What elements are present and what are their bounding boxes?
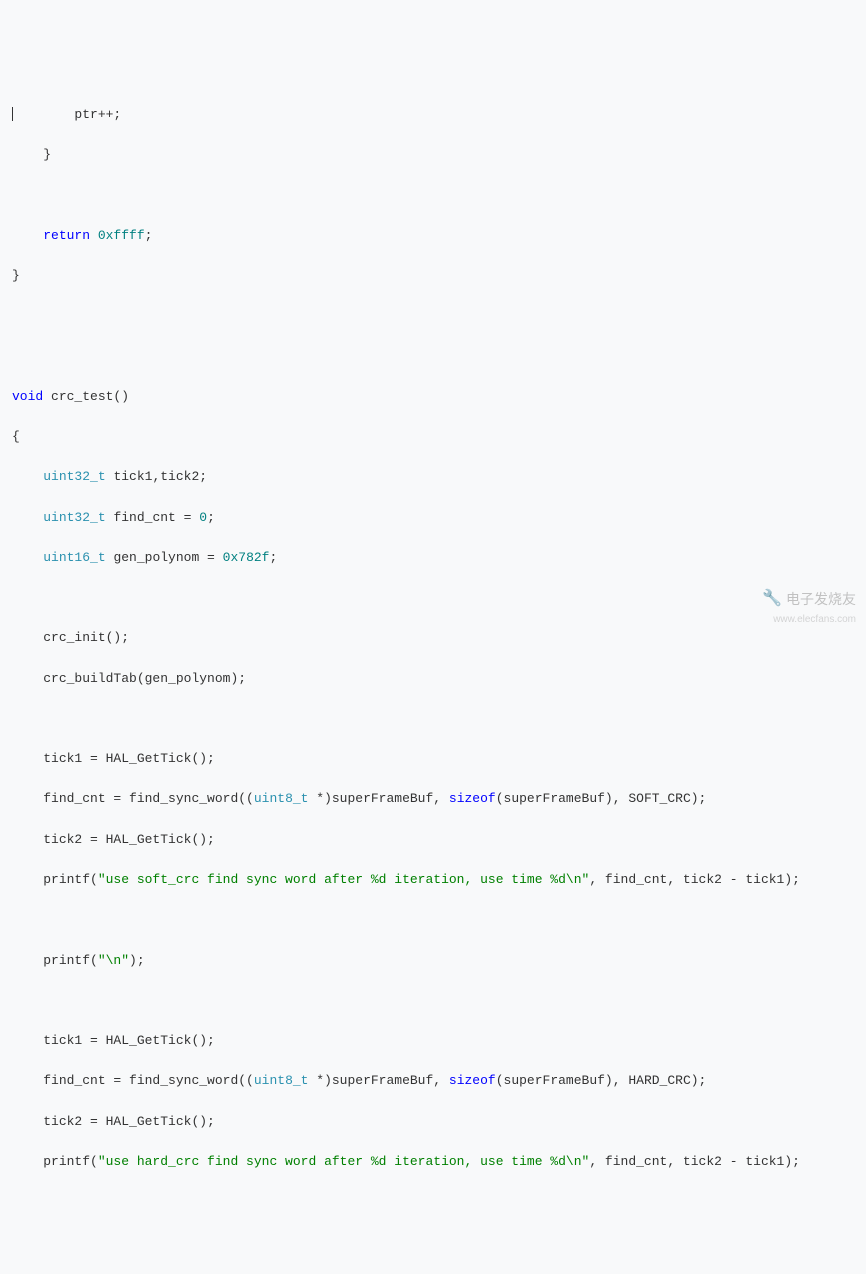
- code-line: [12, 346, 854, 366]
- type-name: uint32_t: [43, 510, 105, 525]
- watermark-url: www.elecfans.com: [773, 612, 856, 628]
- code-indent: [12, 1033, 43, 1048]
- numeric-literal: 0x782f: [223, 550, 270, 565]
- type-name: uint32_t: [43, 469, 105, 484]
- code-line: }: [12, 266, 854, 286]
- code-text: , find_cnt, tick2 - tick1);: [589, 872, 800, 887]
- code-line: [12, 185, 854, 205]
- code-line: ptr++;: [12, 105, 854, 125]
- code-line: return 0xffff;: [12, 226, 854, 246]
- code-text: (superFrameBuf), HARD_CRC);: [496, 1073, 707, 1088]
- code-line: tick1 = HAL_GetTick();: [12, 1031, 854, 1051]
- keyword-sizeof: sizeof: [449, 791, 496, 806]
- code-text: find_cnt = find_sync_word((: [43, 1073, 254, 1088]
- code-text: crc_buildTab(gen_polynom);: [43, 671, 246, 686]
- code-text: *)superFrameBuf,: [308, 791, 448, 806]
- code-indent: [12, 630, 43, 645]
- keyword-return: return: [43, 228, 90, 243]
- code-indent: [12, 469, 43, 484]
- string-literal: "\n": [98, 953, 129, 968]
- code-indent: [12, 550, 43, 565]
- code-indent: [12, 832, 43, 847]
- code-line: find_cnt = find_sync_word((uint8_t *)sup…: [12, 789, 854, 809]
- code-text: ptr++;: [74, 107, 121, 122]
- function-name: crc_test(): [43, 389, 129, 404]
- code-text: printf(: [43, 872, 98, 887]
- code-text: }: [43, 147, 51, 162]
- code-indent: [12, 107, 74, 122]
- solder-icon: 🔧: [762, 587, 782, 612]
- code-text: tick1 = HAL_GetTick();: [43, 1033, 215, 1048]
- code-text: , find_cnt, tick2 - tick1);: [589, 1154, 800, 1169]
- type-name: uint16_t: [43, 550, 105, 565]
- code-line: [12, 910, 854, 930]
- code-line: {: [12, 427, 854, 447]
- code-line: }: [12, 145, 854, 165]
- code-line: printf("use hard_crc find sync word afte…: [12, 1152, 854, 1172]
- keyword-void: void: [12, 389, 43, 404]
- code-indent: [12, 671, 43, 686]
- code-line: crc_init();: [12, 628, 854, 648]
- watermark-logo: 🔧 电子发烧友: [762, 587, 856, 612]
- code-text: find_cnt =: [106, 510, 200, 525]
- code-line: printf("\n");: [12, 951, 854, 971]
- code-line: uint32_t tick1,tick2;: [12, 467, 854, 487]
- code-line: printf("use soft_crc find sync word afte…: [12, 870, 854, 890]
- code-text: tick2 = HAL_GetTick();: [43, 1114, 215, 1129]
- code-line: void crc_test(): [12, 387, 854, 407]
- code-text: tick1,tick2;: [106, 469, 207, 484]
- code-text: find_cnt = find_sync_word((: [43, 791, 254, 806]
- code-indent: [12, 228, 43, 243]
- code-line: crc_buildTab(gen_polynom);: [12, 669, 854, 689]
- code-indent: [12, 147, 43, 162]
- numeric-literal: 0: [199, 510, 207, 525]
- numeric-literal: 0xffff: [90, 228, 145, 243]
- code-text: crc_init();: [43, 630, 129, 645]
- code-indent: [12, 1154, 43, 1169]
- code-block: ptr++; } return 0xffff; } void crc_test(…: [0, 85, 866, 1274]
- code-line: tick2 = HAL_GetTick();: [12, 1112, 854, 1132]
- keyword-sizeof: sizeof: [449, 1073, 496, 1088]
- code-line: [12, 991, 854, 1011]
- code-indent: [12, 510, 43, 525]
- code-text: {: [12, 429, 20, 444]
- code-line: [12, 588, 854, 608]
- code-text: ;: [269, 550, 277, 565]
- code-line: tick2 = HAL_GetTick();: [12, 830, 854, 850]
- type-name: uint8_t: [254, 791, 309, 806]
- code-text: );: [129, 953, 145, 968]
- code-text: printf(: [43, 1154, 98, 1169]
- code-indent: [12, 1073, 43, 1088]
- code-line: }: [12, 1273, 854, 1274]
- string-literal: "use hard_crc find sync word after %d it…: [98, 1154, 589, 1169]
- code-line: uint16_t gen_polynom = 0x782f;: [12, 548, 854, 568]
- code-text: tick2 = HAL_GetTick();: [43, 832, 215, 847]
- code-text: gen_polynom =: [106, 550, 223, 565]
- code-text: tick1 = HAL_GetTick();: [43, 751, 215, 766]
- string-literal: "use soft_crc find sync word after %d it…: [98, 872, 589, 887]
- code-indent: [12, 751, 43, 766]
- watermark-text: 电子发烧友: [786, 589, 856, 611]
- code-line: uint32_t find_cnt = 0;: [12, 508, 854, 528]
- code-text: (superFrameBuf), SOFT_CRC);: [496, 791, 707, 806]
- code-text: printf(: [43, 953, 98, 968]
- code-line: [12, 306, 854, 326]
- code-indent: [12, 872, 43, 887]
- code-line: tick1 = HAL_GetTick();: [12, 749, 854, 769]
- code-line: [12, 709, 854, 729]
- code-line: [12, 1233, 854, 1253]
- code-text: }: [12, 268, 20, 283]
- code-text: ;: [207, 510, 215, 525]
- code-text: *)superFrameBuf,: [308, 1073, 448, 1088]
- code-indent: [12, 1114, 43, 1129]
- code-line: [12, 1192, 854, 1212]
- code-line: find_cnt = find_sync_word((uint8_t *)sup…: [12, 1071, 854, 1091]
- type-name: uint8_t: [254, 1073, 309, 1088]
- code-text: ;: [145, 228, 153, 243]
- code-indent: [12, 791, 43, 806]
- code-indent: [12, 953, 43, 968]
